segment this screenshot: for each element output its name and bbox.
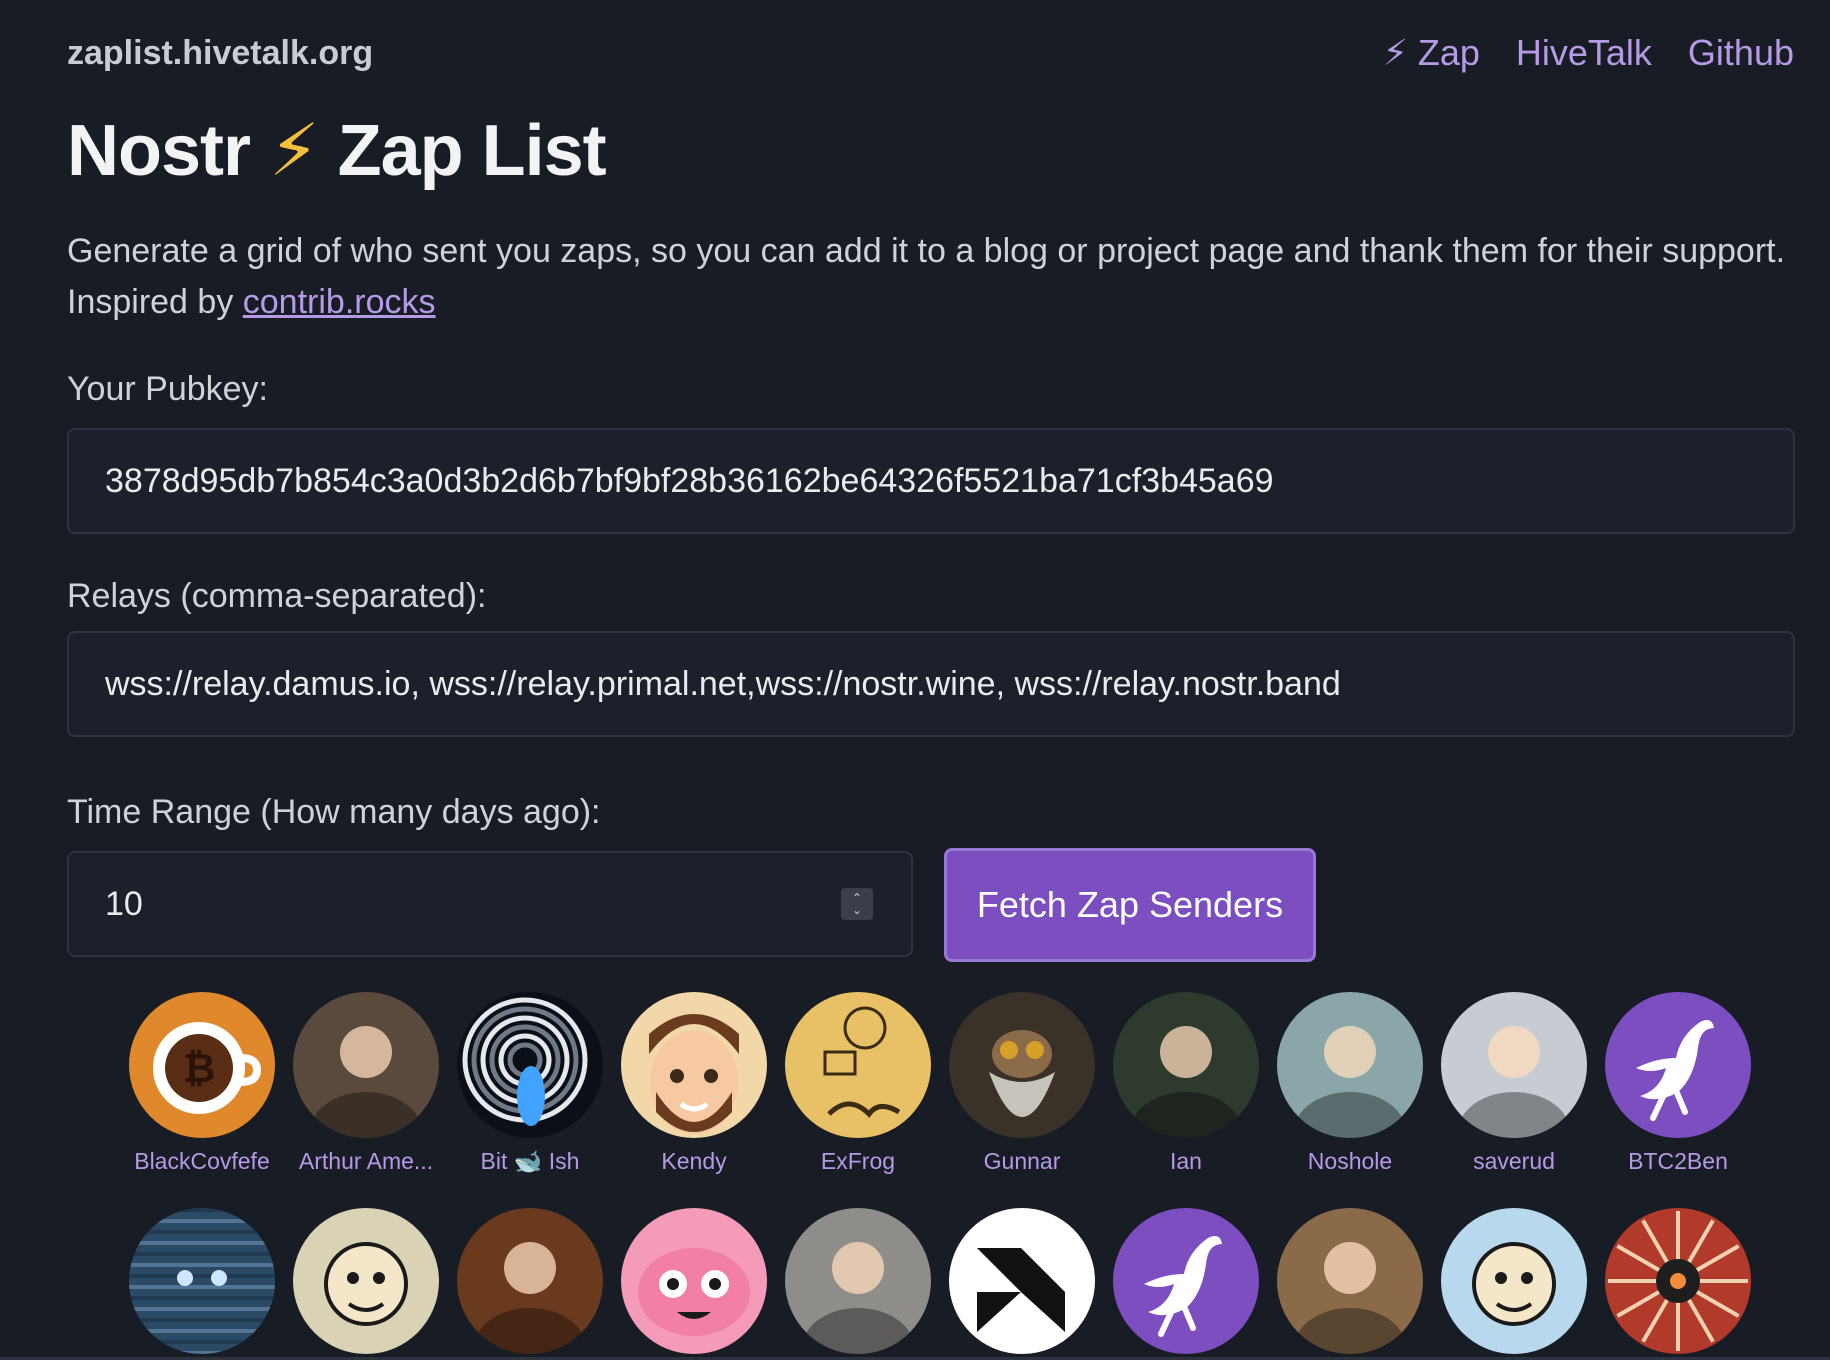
zap-sender-card[interactable]: Gunnar: [940, 992, 1104, 1175]
fetch-zap-senders-button[interactable]: Fetch Zap Senders: [944, 848, 1316, 962]
memoji-avatar[interactable]: [621, 992, 767, 1138]
zap-sender-card[interactable]: Ian: [1104, 992, 1268, 1175]
zap-sender-card[interactable]: [940, 1208, 1104, 1360]
sketch-avatar[interactable]: [785, 992, 931, 1138]
spiral-avatar[interactable]: [457, 992, 603, 1138]
zap-sender-card[interactable]: Noshole: [1268, 992, 1432, 1175]
zap-sender-name[interactable]: ExFrog: [776, 1148, 940, 1175]
cartoon-avatar[interactable]: [293, 1208, 439, 1354]
nav-zap-link[interactable]: ⚡ Zap: [1383, 32, 1480, 74]
zap-sender-card[interactable]: [1596, 1208, 1760, 1360]
photo-avatar[interactable]: [1441, 992, 1587, 1138]
ostrich-avatar[interactable]: [1113, 1208, 1259, 1354]
zap-sender-name[interactable]: Gunnar: [940, 1148, 1104, 1175]
site-name-link[interactable]: zaplist.hivetalk.org: [67, 34, 373, 73]
time-range-label: Time Range (How many days ago):: [67, 793, 601, 831]
zap-sender-card[interactable]: Arthur Ame...: [284, 992, 448, 1175]
top-nav: ⚡ Zap HiveTalk Github: [1383, 32, 1794, 74]
photo-avatar[interactable]: [457, 1208, 603, 1354]
zap-sender-name[interactable]: saverud: [1432, 1148, 1596, 1175]
svg-text:₿: ₿: [183, 1046, 216, 1092]
zap-sender-card[interactable]: [1104, 1208, 1268, 1360]
ostrich-avatar[interactable]: [1605, 992, 1751, 1138]
zap-sender-card[interactable]: ₿ BlackCovfefe: [120, 992, 284, 1175]
photo-avatar[interactable]: [1113, 992, 1259, 1138]
nav-github-link[interactable]: Github: [1688, 32, 1794, 74]
intro-text: Generate a grid of who sent you zaps, so…: [67, 226, 1787, 328]
zap-sender-card[interactable]: [284, 1208, 448, 1360]
cartoon-avatar[interactable]: [1441, 1208, 1587, 1354]
zap-sender-card[interactable]: [1432, 1208, 1596, 1360]
top-bar: zaplist.hivetalk.org ⚡ Zap HiveTalk Gith…: [67, 28, 1794, 78]
number-stepper[interactable]: ⌃ ⌄: [841, 888, 873, 920]
zap-sender-card[interactable]: [1268, 1208, 1432, 1360]
geometric-avatar[interactable]: [949, 1208, 1095, 1354]
zap-sender-name[interactable]: Kendy: [612, 1148, 776, 1175]
zap-sender-card[interactable]: [120, 1208, 284, 1360]
chevron-down-icon[interactable]: ⌄: [852, 904, 862, 916]
wizard-avatar[interactable]: [949, 992, 1095, 1138]
mandala-avatar[interactable]: [1605, 1208, 1751, 1354]
photo-avatar[interactable]: [293, 992, 439, 1138]
contrib-rocks-link[interactable]: contrib.rocks: [243, 283, 436, 321]
photo-avatar[interactable]: [1277, 1208, 1423, 1354]
relays-label: Relays (comma-separated):: [67, 577, 487, 615]
zap-sender-card[interactable]: ExFrog: [776, 992, 940, 1175]
time-range-input[interactable]: [67, 851, 913, 957]
pubkey-input[interactable]: [67, 428, 1795, 534]
zap-sender-card[interactable]: saverud: [1432, 992, 1596, 1175]
zap-sender-name[interactable]: Ian: [1104, 1148, 1268, 1175]
zap-sender-card[interactable]: [448, 1208, 612, 1360]
page-title: Nostr ⚡ Zap List: [67, 108, 607, 192]
coffee-bitcoin-avatar[interactable]: ₿: [129, 992, 275, 1138]
zap-sender-card[interactable]: [776, 1208, 940, 1360]
zap-sender-name[interactable]: BTC2Ben: [1596, 1148, 1760, 1175]
photo-avatar[interactable]: [1277, 992, 1423, 1138]
title-right: Zap List: [337, 111, 607, 191]
pubkey-label: Your Pubkey:: [67, 370, 268, 408]
zap-sender-name[interactable]: Bit 🐋 Ish: [448, 1148, 612, 1175]
zap-sender-card[interactable]: Bit 🐋 Ish: [448, 992, 612, 1175]
relays-input[interactable]: [67, 631, 1795, 737]
title-left: Nostr: [67, 111, 251, 191]
zap-sender-card[interactable]: BTC2Ben: [1596, 992, 1760, 1175]
nav-hivetalk-link[interactable]: HiveTalk: [1516, 32, 1652, 74]
zap-sender-name[interactable]: BlackCovfefe: [120, 1148, 284, 1175]
zap-sender-card[interactable]: [612, 1208, 776, 1360]
lightning-icon: ⚡: [269, 111, 320, 191]
monster-avatar[interactable]: [621, 1208, 767, 1354]
zap-sender-name[interactable]: Arthur Ame...: [284, 1148, 448, 1175]
glitch-avatar[interactable]: [129, 1208, 275, 1354]
zap-sender-name[interactable]: Noshole: [1268, 1148, 1432, 1175]
zap-sender-card[interactable]: Kendy: [612, 992, 776, 1175]
photo-avatar[interactable]: [785, 1208, 931, 1354]
